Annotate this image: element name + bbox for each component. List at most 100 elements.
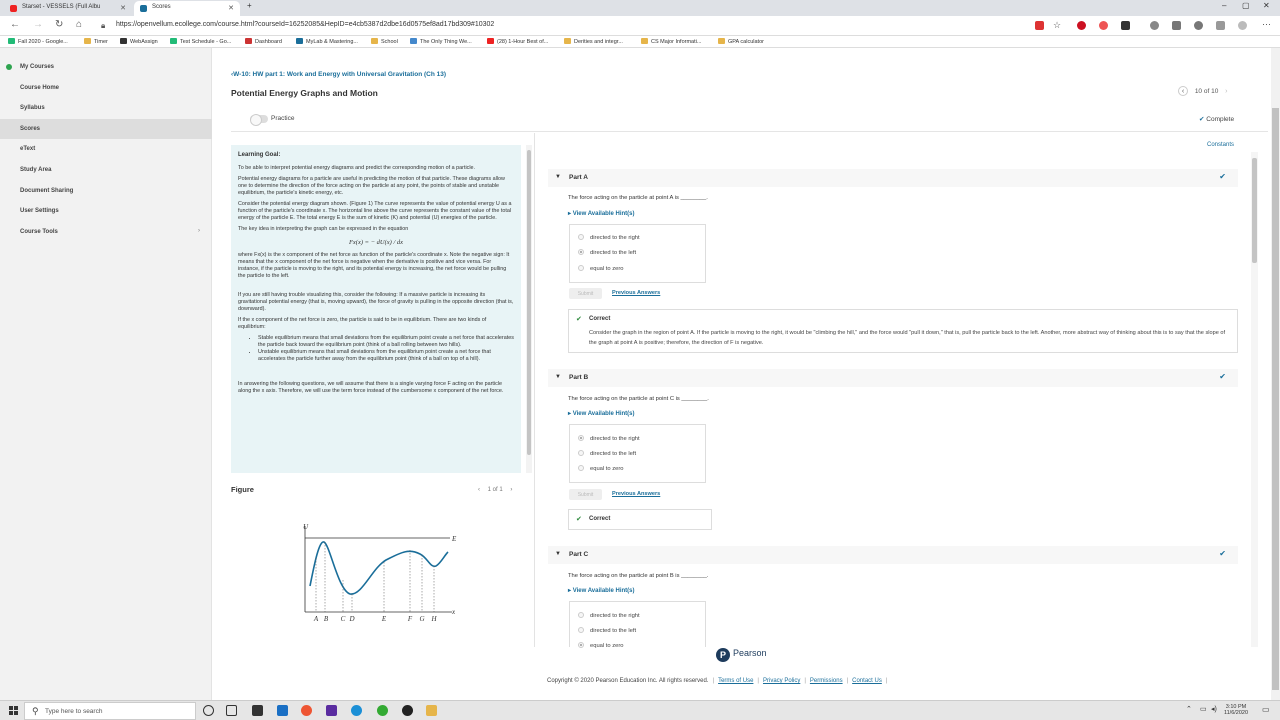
practice-toggle[interactable]: [250, 114, 268, 126]
choice-option[interactable]: equal to zero: [578, 642, 624, 649]
radio-button[interactable]: [578, 435, 584, 441]
home-icon[interactable]: ⌂: [76, 19, 82, 30]
forward-icon[interactable]: →: [33, 19, 43, 30]
sidebar-item-etext[interactable]: eText: [0, 139, 212, 159]
bookmark-item[interactable]: MyLab & Mastering...: [296, 38, 358, 45]
url-field[interactable]: https://openvellum.ecollege.com/course.h…: [116, 21, 494, 28]
windows-start-icon[interactable]: [9, 706, 19, 716]
collections-icon[interactable]: [1172, 21, 1181, 30]
maximize-icon[interactable]: ▢: [1242, 1, 1250, 10]
previous-figure-icon[interactable]: ‹: [478, 487, 480, 493]
chrome-active-icon[interactable]: [377, 705, 388, 716]
adblock-icon[interactable]: [1077, 21, 1086, 30]
sidebar-item-course-tools[interactable]: Course Tools ›: [0, 222, 212, 242]
tray-chevron-icon[interactable]: ⌃: [1186, 705, 1192, 713]
choice-option[interactable]: directed to the left: [578, 249, 636, 256]
terms-link[interactable]: Terms of Use: [718, 678, 753, 684]
window-close-icon[interactable]: ✕: [1263, 1, 1270, 10]
app-icon[interactable]: [326, 705, 337, 716]
pane-divider[interactable]: [534, 133, 535, 647]
bookmark-item[interactable]: WebAssign: [120, 38, 158, 45]
intro-scrollbar-thumb[interactable]: [527, 150, 531, 455]
extension-icon[interactable]: [1216, 21, 1225, 30]
extension-icon[interactable]: [1035, 21, 1044, 30]
browser-tab-scores[interactable]: Scores ✕: [134, 1, 240, 16]
permissions-link[interactable]: Permissions: [810, 678, 843, 684]
file-explorer-icon[interactable]: [426, 705, 437, 716]
bookmark-item[interactable]: The Only Thing We...: [410, 38, 472, 45]
taskbar-clock[interactable]: 3:10 PM 11/6/2020: [1222, 704, 1250, 716]
sidebar-item-scores[interactable]: Scores: [0, 119, 212, 139]
part-a-submit-button[interactable]: Submit: [569, 288, 602, 299]
new-tab-button[interactable]: +: [247, 1, 252, 10]
choice-option[interactable]: directed to the left: [578, 450, 636, 457]
mail-icon[interactable]: [277, 705, 288, 716]
choice-option[interactable]: directed to the left: [578, 627, 636, 634]
bookmark-item[interactable]: Dashboard: [245, 38, 282, 45]
taskbar-search-input[interactable]: ⚲ Type here to search: [24, 702, 196, 720]
bookmark-item[interactable]: Fall 2020 - Google...: [8, 38, 68, 45]
sidebar-item-syllabus[interactable]: Syllabus: [0, 98, 212, 118]
next-item-icon[interactable]: ›: [1225, 88, 1227, 95]
profile-avatar[interactable]: [1238, 21, 1247, 30]
choice-option[interactable]: directed to the right: [578, 612, 640, 619]
cortana-icon[interactable]: [203, 705, 214, 716]
extension-icon[interactable]: [1099, 21, 1108, 30]
radio-button[interactable]: [578, 612, 584, 618]
collapse-icon[interactable]: ▼: [555, 551, 561, 557]
sidebar-item-document-sharing[interactable]: Document Sharing: [0, 181, 212, 201]
radio-button[interactable]: [578, 265, 584, 271]
edge-icon[interactable]: [351, 705, 362, 716]
sidebar-item-study-area[interactable]: Study Area: [0, 160, 212, 180]
bookmark-item[interactable]: School: [371, 38, 398, 45]
browser-tab-youtube[interactable]: Starset - VESSELS (Full Albu ✕: [4, 1, 132, 16]
radio-button[interactable]: [578, 234, 584, 240]
bookmark-item[interactable]: Timer: [84, 38, 108, 45]
page-scrollbar-thumb[interactable]: [1272, 108, 1279, 690]
part-b-hint-link[interactable]: ▸ View Available Hint(s): [568, 410, 634, 417]
close-tab-icon[interactable]: ✕: [120, 4, 126, 12]
part-b-previous-answers-link[interactable]: Previous Answers: [612, 491, 660, 497]
sidebar-item-course-home[interactable]: Course Home: [0, 78, 212, 98]
choice-option[interactable]: directed to the right: [578, 435, 640, 442]
extension-icon[interactable]: [1150, 21, 1159, 30]
bookmark-item[interactable]: GPA calculator: [718, 38, 764, 45]
close-tab-icon[interactable]: ✕: [228, 4, 234, 12]
next-figure-icon[interactable]: ›: [510, 487, 512, 493]
radio-button[interactable]: [578, 450, 584, 456]
part-a-header[interactable]: ▼ Part A ✔: [548, 169, 1238, 187]
notifications-icon[interactable]: ▭: [1262, 705, 1270, 714]
chrome-icon[interactable]: [301, 705, 312, 716]
radio-button[interactable]: [578, 627, 584, 633]
collapse-icon[interactable]: ▼: [555, 174, 561, 180]
constants-link[interactable]: Constants: [1207, 142, 1234, 148]
choice-option[interactable]: equal to zero: [578, 265, 624, 272]
back-icon[interactable]: ←: [10, 19, 20, 30]
share-icon[interactable]: [1194, 21, 1203, 30]
sidebar-item-user-settings[interactable]: User Settings: [0, 201, 212, 221]
bookmark-item[interactable]: Derities and integr...: [564, 38, 623, 45]
volume-icon[interactable]: ◂): [1211, 705, 1217, 713]
collapse-icon[interactable]: ▼: [555, 374, 561, 380]
part-a-hint-link[interactable]: ▸ View Available Hint(s): [568, 210, 634, 217]
network-icon[interactable]: ▭: [1200, 705, 1207, 713]
choice-option[interactable]: directed to the right: [578, 234, 640, 241]
privacy-link[interactable]: Privacy Policy: [763, 678, 800, 684]
parts-scrollbar-thumb[interactable]: [1252, 158, 1257, 263]
radio-button[interactable]: [578, 642, 584, 648]
breadcrumb[interactable]: ‹W-10: HW part 1: Work and Energy with U…: [231, 71, 446, 78]
part-b-header[interactable]: ▼ Part B ✔: [548, 369, 1238, 387]
bookmark-item[interactable]: (28) 1-Hour Best of...: [487, 38, 548, 45]
task-view-icon[interactable]: [226, 705, 237, 716]
part-c-header[interactable]: ▼ Part C ✔: [548, 546, 1238, 564]
part-a-previous-answers-link[interactable]: Previous Answers: [612, 290, 660, 296]
contact-link[interactable]: Contact Us: [852, 678, 882, 684]
star-icon[interactable]: ☆: [1053, 20, 1061, 31]
choice-option[interactable]: equal to zero: [578, 465, 624, 472]
menu-icon[interactable]: ⋯: [1262, 19, 1271, 30]
minimize-icon[interactable]: –: [1222, 1, 1226, 10]
store-icon[interactable]: [252, 705, 263, 716]
bookmark-item[interactable]: CS Major Informati...: [641, 38, 701, 45]
extension-icon[interactable]: [1121, 21, 1130, 30]
previous-item-icon[interactable]: ‹: [1178, 86, 1188, 96]
